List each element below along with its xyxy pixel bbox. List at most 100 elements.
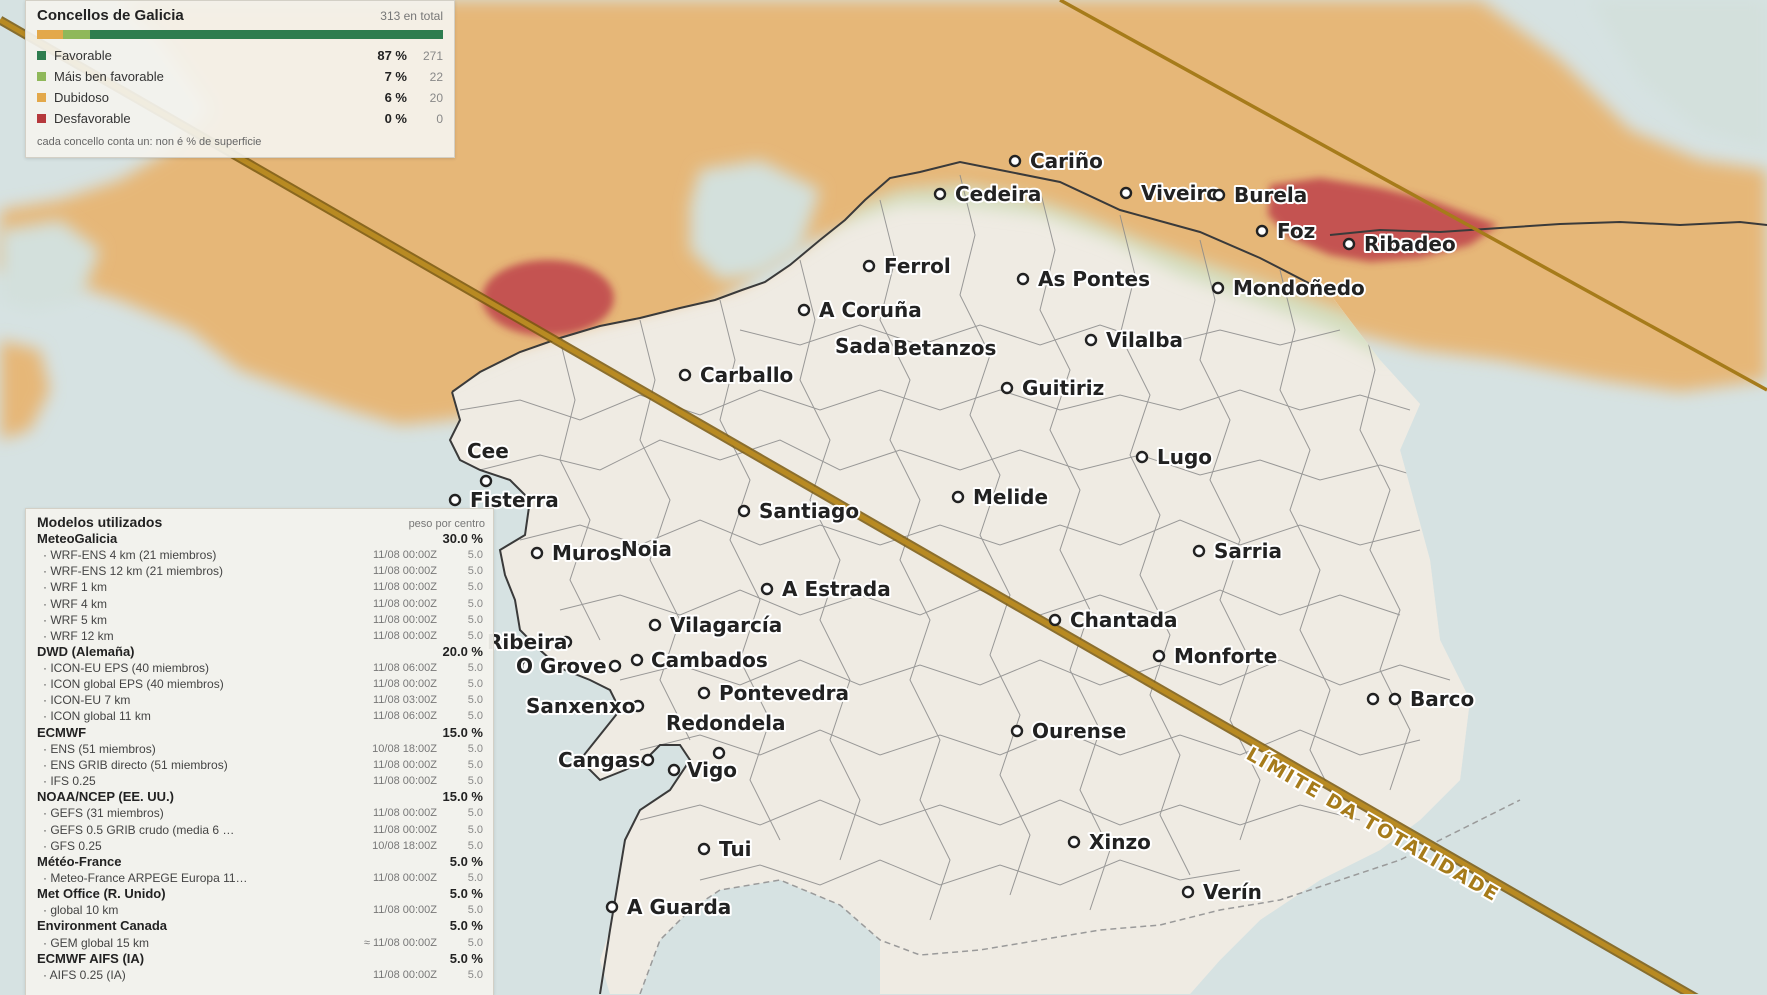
city-label: A Estrada [782, 577, 891, 601]
city-dot [530, 546, 544, 560]
bar-segment-dubidoso [37, 30, 64, 39]
summary-note: cada concello conta un: non é % de super… [37, 136, 262, 148]
model-run-time: 11/08 00:00Z [372, 969, 437, 982]
legend-label: Máis ben favorable [54, 69, 164, 84]
model-name: · Meteo-France ARPEGE Europa 11… [43, 870, 248, 885]
city-label: Guitiriz [1022, 376, 1104, 400]
model-run-time: 11/08 00:00Z [372, 775, 437, 788]
city-label: Foz [1277, 219, 1315, 243]
city-marker[interactable]: O Grove [514, 652, 622, 680]
model-group-name: Environment Canada [37, 918, 168, 934]
city-dot [1084, 333, 1098, 347]
legend-swatch [37, 114, 46, 123]
city-dot [697, 686, 711, 700]
model-weight: 5.0 [467, 581, 483, 594]
model-row: · ENS (51 miembros) 10/08 18:00Z 5.0 [26, 741, 493, 757]
model-name: · WRF-ENS 4 km (21 miembros) [43, 548, 217, 563]
model-row: · ICON-EU EPS (40 miembros) 11/08 06:00Z 5… [26, 660, 493, 676]
model-name: · GEFS 0.5 GRIB crudo (media 6 … [43, 822, 235, 837]
city-dot [678, 368, 692, 382]
legend-pct: 0 % [384, 111, 407, 126]
city-marker[interactable]: Ribeira [485, 628, 573, 656]
city-label: Carballo [700, 363, 793, 387]
city-label: Cambados [651, 648, 768, 672]
model-name: · WRF 5 km [43, 612, 107, 627]
city-marker: Betanzos [891, 334, 998, 362]
city-label: Redondela [666, 711, 786, 735]
model-weight: 5.0 [467, 694, 483, 707]
city-dot [1212, 188, 1226, 202]
model-row: · IFS 0.25 11/08 00:00Z 5.0 [26, 773, 493, 789]
model-row: · ICON global 11 km 11/08 06:00Z 5.0 [26, 708, 493, 724]
model-run-time: 10/08 18:00Z [372, 839, 437, 852]
summary-panel: Concellos de Galicia 313 en total Favora… [25, 0, 455, 158]
legend-swatch [37, 51, 46, 60]
model-run-time: 11/08 00:00Z [372, 758, 437, 771]
city-label: Verín [1203, 880, 1262, 904]
model-row: · WRF 5 km 11/08 00:00Z 5.0 [26, 612, 493, 628]
city-label: Viveiro [1141, 181, 1220, 205]
city-marker[interactable]: Pontevedra [697, 679, 851, 707]
model-run-time: 10/08 18:00Z [372, 742, 437, 755]
model-weight: 5.0 [467, 678, 483, 691]
model-weight: 5.0 [467, 807, 483, 820]
city-marker[interactable]: As Pontes [1016, 265, 1152, 293]
model-name: · AIFS 0.25 (IA) [43, 968, 126, 983]
model-group-weight: 15.0 % [442, 789, 483, 805]
model-group-name: ECMWF [37, 724, 87, 740]
model-weight: 5.0 [467, 758, 483, 771]
city-marker[interactable]: Chantada [1048, 606, 1180, 634]
model-group: MeteoGalicia 30.0 % [26, 531, 493, 547]
city-label: Xinzo [1089, 830, 1151, 854]
model-run-time: 11/08 06:00Z [372, 662, 437, 675]
city-marker[interactable]: Cangas [556, 746, 655, 774]
city-label: Monforte [1174, 644, 1277, 668]
model-name: · WRF 1 km [43, 580, 107, 595]
model-group-weight: 30.0 % [442, 531, 483, 546]
model-run-time: 11/08 00:00Z [372, 629, 437, 642]
city-dot [1008, 154, 1022, 168]
legend-label: Desfavorable [54, 111, 131, 126]
model-name: · global 10 km [43, 903, 119, 918]
legend-swatch [37, 93, 46, 102]
model-group-name: MeteoGalicia [37, 531, 118, 546]
city-marker[interactable]: Mondoñedo [1211, 274, 1367, 302]
city-dot [797, 303, 811, 317]
city-marker[interactable]: Cambados [630, 646, 770, 674]
legend-row-dubidoso: Dubidoso 6 % 20 [26, 87, 454, 108]
model-name: · ENS GRIB directo (51 miembros) [43, 757, 228, 772]
legend-count: 20 [429, 90, 443, 105]
model-weight: 5.0 [467, 613, 483, 626]
distribution-bar [37, 30, 443, 39]
city-label: A Coruña [819, 298, 922, 322]
city-dot [760, 582, 774, 596]
model-name: · ICON-EU EPS (40 miembros) [43, 661, 210, 676]
city-dot [608, 659, 622, 673]
legend-count: 271 [422, 48, 443, 63]
city-dot [697, 842, 711, 856]
city-marker[interactable]: Sanxenxo [524, 692, 645, 720]
model-run-time: ≈ 11/08 00:00Z [363, 936, 437, 949]
model-row: · GEFS 0.5 GRIB crudo (media 6 … 11/08 00… [26, 822, 493, 838]
models-panel: Modelos utilizados peso por centro Meteo… [25, 508, 494, 995]
city-label: Noia [621, 537, 672, 561]
city-label: Cangas [558, 748, 640, 772]
city-marker: Noia [619, 535, 674, 563]
model-name: · ICON global EPS (40 miembros) [43, 677, 224, 692]
city-dot [605, 900, 619, 914]
model-row: · WRF-ENS 4 km (21 miembros) 11/08 00:00Z… [26, 547, 493, 563]
model-name: · ICON global 11 km [43, 709, 151, 724]
model-row: · WRF 1 km 11/08 00:00Z 5.0 [26, 579, 493, 595]
city-dot [1211, 281, 1225, 295]
city-label: Sanxenxo [526, 694, 635, 718]
model-group-weight: 5.0 % [449, 853, 483, 869]
city-marker[interactable]: Vilagarcía [648, 611, 784, 639]
model-name: · GEFS (31 miembros) [43, 806, 164, 821]
city-label: Melide [973, 485, 1048, 509]
city-marker[interactable]: A Estrada [760, 575, 893, 603]
city-dot [1388, 692, 1402, 706]
model-row: · WRF 12 km 11/08 00:00Z 5.0 [26, 628, 493, 644]
model-group: Met Office (R. Unido) 5.0 % [26, 886, 493, 902]
model-row: · AIFS 0.25 (IA) 11/08 00:00Z 5.0 [26, 967, 493, 983]
city-label: Burela [1234, 183, 1307, 207]
